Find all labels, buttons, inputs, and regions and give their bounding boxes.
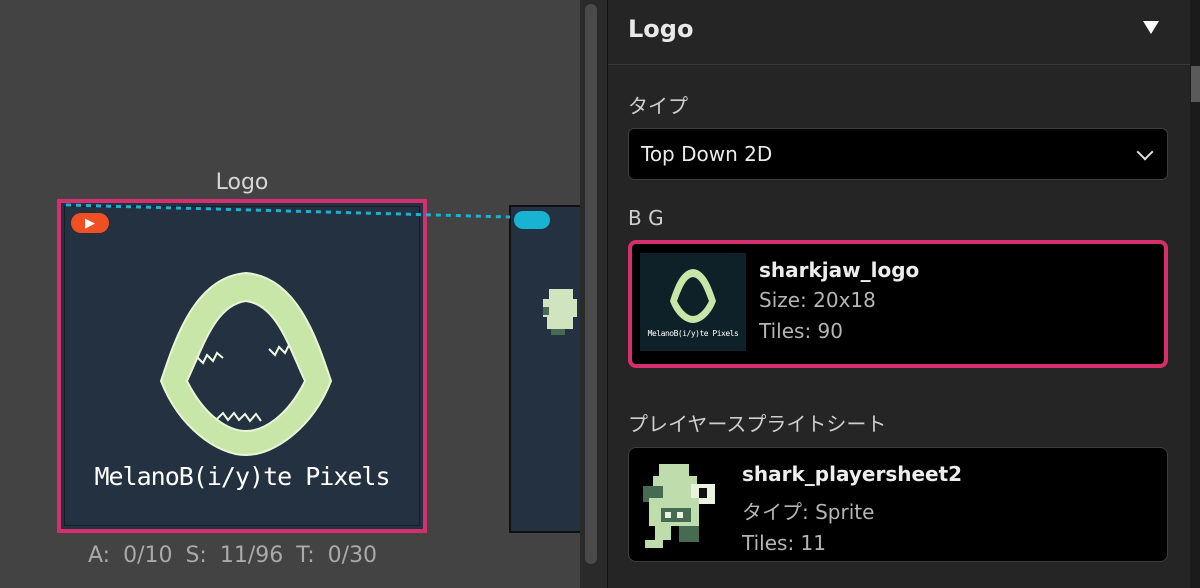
background-thumbnail: MelanoB(i/y)te Pixels [640,253,746,351]
bg-label: B G [628,206,664,230]
scene-canvas[interactable]: Logo ▶ MelanoB(i/y)te Pixels A: 0/10 S: … [0,0,580,588]
panel-title: Logo [628,15,694,43]
shark-sprite-icon [643,464,715,548]
player-sprite-thumbnail [639,458,723,552]
player-sprite-name: shark_playersheet2 [742,462,963,486]
scene-type-select[interactable]: Top Down 2D [628,128,1168,180]
sprite-sheet-label: プレイヤースプライトシート [628,412,887,436]
scene-type-value: Top Down 2D [641,142,773,166]
background-thumbnail-caption: MelanoB(i/y)te Pixels [647,329,739,338]
background-asset-name: sharkjaw_logo [759,258,920,282]
canvas-scrollbar[interactable] [580,0,607,588]
chevron-down-icon [1136,143,1154,161]
properties-panel: Logo タイプ Top Down 2D B G MelanoB(i/y)te … [607,0,1200,588]
player-sprite-asset-card[interactable]: shark_playersheet2 タイプ: Sprite Tiles: 11 [628,447,1168,562]
canvas-scrollbar-thumb[interactable] [585,4,597,564]
panel-header[interactable]: Logo [608,0,1200,65]
panel-scrollbar-thumb[interactable] [1191,66,1200,102]
player-sprite-tiles: Tiles: 11 [742,531,826,555]
background-asset-size: Size: 20x18 [759,288,876,312]
panel-scrollbar[interactable] [1190,0,1200,588]
type-label: タイプ [628,94,688,118]
background-asset-card[interactable]: MelanoB(i/y)te Pixels sharkjaw_logo Size… [628,240,1168,368]
background-asset-tiles: Tiles: 90 [759,319,843,343]
player-sprite-type: タイプ: Sprite [742,500,875,524]
collapse-triangle-icon[interactable] [1143,21,1159,34]
scene-connection-line [65,203,511,219]
